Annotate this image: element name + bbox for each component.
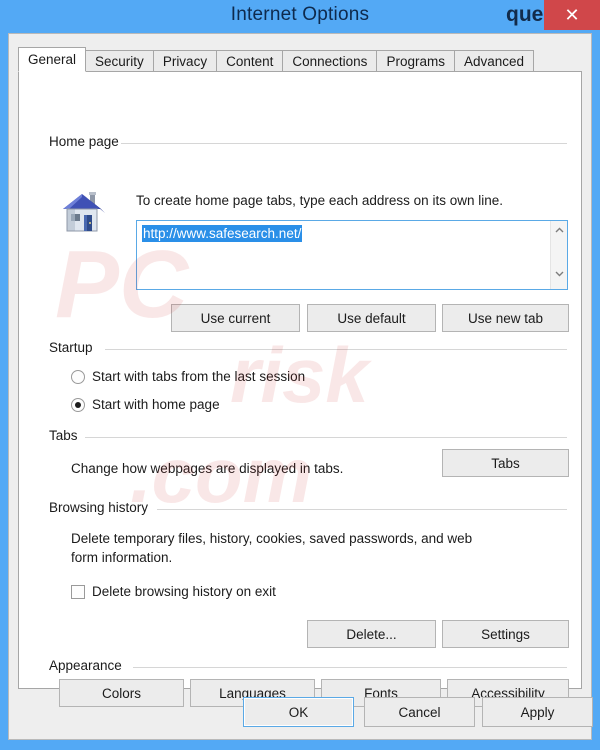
home-page-group-line <box>121 143 567 144</box>
delete-button[interactable]: Delete... <box>307 620 436 648</box>
close-button[interactable]: ✕ <box>544 0 600 30</box>
home-page-address-input[interactable]: http://www.safesearch.net/ <box>136 220 568 290</box>
radio-start-with-tabs[interactable]: Start with tabs from the last session <box>71 369 305 384</box>
home-page-description: To create home page tabs, type each addr… <box>136 193 503 208</box>
tab-security[interactable]: Security <box>85 50 154 72</box>
colors-button[interactable]: Colors <box>59 679 184 707</box>
browsing-history-description-line1: Delete temporary files, history, cookies… <box>71 531 473 546</box>
use-current-button[interactable]: Use current <box>171 304 300 332</box>
general-tab-panel: Home page To create home page tabs, type… <box>18 71 582 707</box>
tab-programs[interactable]: Programs <box>376 50 455 72</box>
tab-privacy[interactable]: Privacy <box>152 50 218 72</box>
tab-advanced[interactable]: Advanced <box>453 50 534 72</box>
tabs-button[interactable]: Tabs <box>442 449 569 477</box>
title-bar: Internet Options question-mark-icon ✕ <box>0 0 600 86</box>
radio-indicator-home-page <box>71 397 85 412</box>
appearance-group-line <box>133 667 567 668</box>
apply-button[interactable]: Apply <box>482 697 593 727</box>
cancel-button[interactable]: Cancel <box>364 697 475 727</box>
appearance-group-label: Appearance <box>49 658 128 673</box>
checkbox-label-delete-history: Delete browsing history on exit <box>92 584 276 599</box>
startup-group-line <box>105 349 567 350</box>
radio-label-start-with-tabs: Start with tabs from the last session <box>92 369 306 384</box>
appearance-group: Appearance <box>49 658 567 673</box>
tab-content[interactable]: Content <box>216 50 284 72</box>
ok-button[interactable]: OK <box>243 697 354 727</box>
chevron-up-icon[interactable] <box>551 225 568 242</box>
help-icon[interactable]: question-mark-icon <box>506 0 600 86</box>
internet-options-dialog: General Security Privacy Content Connect… <box>8 33 593 740</box>
chevron-down-icon[interactable] <box>551 268 568 285</box>
tabs-group-line <box>85 437 567 438</box>
settings-button[interactable]: Settings <box>442 620 569 648</box>
browsing-history-group-label: Browsing history <box>49 500 155 515</box>
home-page-group-label: Home page <box>49 134 125 149</box>
checkbox-indicator-delete-history <box>71 584 85 599</box>
use-new-tab-button[interactable]: Use new tab <box>442 304 569 332</box>
radio-indicator-tabs <box>71 369 85 384</box>
use-default-button[interactable]: Use default <box>307 304 436 332</box>
browsing-history-group-line <box>157 509 567 510</box>
tab-strip: General Security Privacy Content Connect… <box>18 47 534 72</box>
tabs-group: Tabs <box>49 428 567 443</box>
browsing-history-group: Browsing history <box>49 500 567 515</box>
startup-group: Startup <box>49 340 567 355</box>
address-scrollbar[interactable] <box>550 221 567 289</box>
delete-history-on-exit-checkbox[interactable]: Delete browsing history on exit <box>71 584 276 599</box>
house-icon <box>63 192 105 232</box>
tabs-group-label: Tabs <box>49 428 84 443</box>
radio-label-start-with-home-page: Start with home page <box>92 397 220 412</box>
home-page-address-value: http://www.safesearch.net/ <box>142 225 303 242</box>
tabs-description: Change how webpages are displayed in tab… <box>71 461 344 476</box>
startup-group-label: Startup <box>49 340 99 355</box>
radio-start-with-home-page[interactable]: Start with home page <box>71 397 220 412</box>
home-page-group: Home page <box>49 134 567 149</box>
browsing-history-description-line2: form information. <box>71 550 173 565</box>
tab-general[interactable]: General <box>18 47 87 72</box>
tab-connections[interactable]: Connections <box>282 50 378 72</box>
